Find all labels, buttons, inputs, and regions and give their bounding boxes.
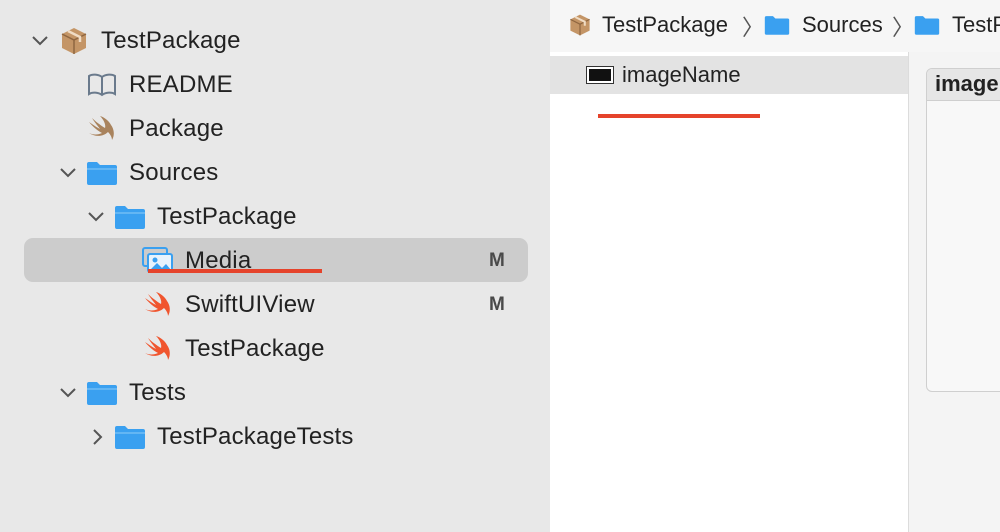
- image-set-title: image: [935, 71, 999, 96]
- swift-icon: [86, 113, 118, 145]
- nav-item-package[interactable]: Package: [0, 107, 550, 151]
- pane-divider[interactable]: [908, 52, 926, 532]
- swift-icon: [142, 333, 174, 365]
- annotation-underline: [598, 114, 760, 118]
- asset-list-item[interactable]: imageName: [550, 56, 908, 94]
- nav-item-testpackage-root[interactable]: TestPackage: [0, 19, 550, 63]
- folder-icon: [86, 377, 118, 409]
- package-icon: [568, 13, 592, 37]
- package-icon: [58, 25, 90, 57]
- nav-item-testpackagetests[interactable]: TestPackageTests: [0, 415, 550, 459]
- annotation-underline: [148, 269, 322, 273]
- breadcrumb-label: TestPackage: [602, 12, 728, 37]
- asset-name: imageName: [622, 62, 741, 87]
- chevron-down-icon[interactable]: [57, 162, 79, 184]
- breadcrumb-separator-icon: 〉: [892, 15, 915, 40]
- nav-item-label: SwiftUIView: [185, 291, 315, 318]
- nav-item-label: TestPackageTests: [157, 423, 354, 450]
- breadcrumb-item-sources[interactable]: Sources: [764, 12, 883, 38]
- nav-item-testpackage-folder[interactable]: TestPackage: [0, 195, 550, 239]
- breadcrumb-item-testpackage[interactable]: TestP: [914, 12, 1000, 38]
- breadcrumb-label: TestP: [952, 12, 1000, 37]
- image-set-panel: image: [926, 68, 1000, 392]
- folder-icon: [764, 14, 790, 36]
- nav-item-sources[interactable]: Sources: [0, 151, 550, 195]
- nav-item-swiftuiview[interactable]: SwiftUIView M: [0, 283, 550, 327]
- book-icon: [86, 69, 118, 101]
- project-navigator: TestPackage README Package Sources TestP…: [0, 0, 550, 532]
- folder-icon: [86, 157, 118, 189]
- breadcrumb-item-package[interactable]: TestPackage: [568, 12, 728, 38]
- modified-badge: M: [489, 250, 505, 271]
- image-set-icon: [586, 66, 614, 84]
- chevron-down-icon[interactable]: [85, 206, 107, 228]
- nav-item-tests[interactable]: Tests: [0, 371, 550, 415]
- nav-item-label: Tests: [129, 379, 187, 406]
- breadcrumb-label: Sources: [802, 12, 883, 37]
- editor-area: TestPackage 〉 Sources 〉 TestP imageName: [550, 0, 1000, 532]
- breadcrumb: TestPackage 〉 Sources 〉 TestP: [550, 0, 1000, 52]
- nav-item-readme[interactable]: README: [0, 63, 550, 107]
- nav-item-label: TestPackage: [101, 27, 241, 54]
- folder-icon: [114, 201, 146, 233]
- chevron-down-icon[interactable]: [29, 30, 51, 52]
- swift-icon: [142, 289, 174, 321]
- nav-item-media[interactable]: Media M: [0, 239, 550, 283]
- modified-badge: M: [489, 294, 505, 315]
- nav-item-label: TestPackage: [185, 335, 325, 362]
- nav-item-label: Package: [129, 115, 224, 142]
- breadcrumb-separator-icon: 〉: [742, 15, 765, 40]
- folder-icon: [114, 421, 146, 453]
- asset-detail-pane: image: [926, 52, 1000, 532]
- chevron-right-icon[interactable]: [87, 426, 109, 448]
- folder-icon: [914, 14, 940, 36]
- image-set-header: image: [927, 69, 1000, 101]
- nav-item-label: README: [129, 71, 233, 98]
- nav-item-label: TestPackage: [157, 203, 297, 230]
- nav-item-testpackage-swift[interactable]: TestPackage: [0, 327, 550, 371]
- chevron-down-icon[interactable]: [57, 382, 79, 404]
- nav-item-label: Sources: [129, 159, 219, 186]
- asset-list: imageName: [550, 52, 908, 532]
